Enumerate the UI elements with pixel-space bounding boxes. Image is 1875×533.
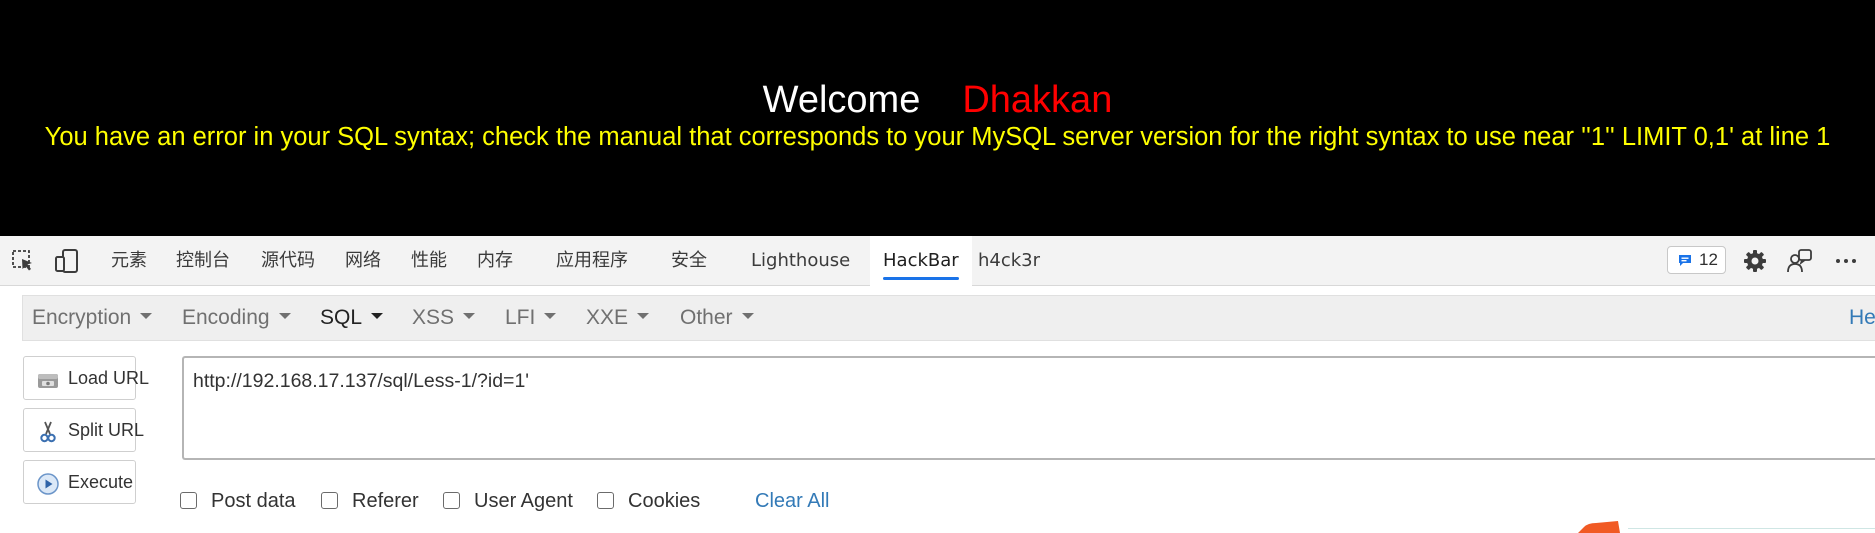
menu-encoding-label: Encoding — [182, 306, 270, 329]
menu-other-label: Other — [680, 306, 733, 329]
chevron-down-icon — [637, 313, 650, 320]
more-options-icon[interactable] — [1833, 248, 1859, 274]
tab-application[interactable]: 应用程序 — [556, 236, 628, 286]
menu-encoding[interactable]: Encoding — [182, 296, 291, 340]
split-url-button[interactable]: Split URL — [23, 408, 144, 452]
post-data-label: Post data — [211, 490, 296, 512]
cookies-label: Cookies — [628, 490, 701, 512]
tab-performance[interactable]: 性能 — [411, 236, 447, 286]
url-input[interactable]: http://192.168.17.137/sql/Less-1/?id=1' — [182, 356, 1875, 460]
tab-lighthouse[interactable]: Lighthouse — [751, 236, 850, 286]
referer-label: Referer — [352, 490, 419, 512]
tab-h4ck3r[interactable]: h4ck3r — [978, 236, 1040, 286]
tab-network[interactable]: 网络 — [345, 236, 381, 286]
hackbar-menu-bar: Encryption Encoding SQL XSS LFI XXE Othe… — [22, 295, 1875, 341]
page-content: Welcome Dhakkan You have an error in your… — [0, 0, 1875, 236]
load-url-label: Load URL — [68, 368, 150, 388]
menu-encryption[interactable]: Encryption — [32, 296, 153, 340]
menu-xss-label: XSS — [412, 306, 455, 329]
menu-sql[interactable]: SQL — [320, 296, 384, 340]
chevron-down-icon — [544, 313, 557, 320]
menu-encryption-label: Encryption — [32, 306, 132, 329]
devtools-tab-bar: 元素 控制台 源代码 网络 性能 内存 应用程序 安全 Lighthouse H… — [0, 236, 1875, 286]
inspect-element-icon[interactable] — [10, 248, 36, 274]
menu-lfi-label: LFI — [505, 306, 536, 329]
user-agent-label: User Agent — [474, 490, 573, 512]
chevron-down-icon — [140, 313, 153, 320]
menu-lfi[interactable]: LFI — [505, 296, 557, 340]
welcome-username: Dhakkan — [962, 79, 1113, 121]
chevron-down-icon — [278, 313, 291, 320]
checkbox-box — [443, 492, 460, 509]
tab-memory[interactable]: 内存 — [477, 236, 513, 286]
chevron-down-icon — [463, 313, 476, 320]
execute-button[interactable]: Execute — [23, 460, 136, 504]
welcome-text: Welcome — [762, 79, 921, 121]
split-url-label: Split URL — [68, 420, 145, 440]
load-url-icon — [38, 374, 58, 388]
play-icon — [37, 473, 59, 495]
chevron-down-icon — [371, 313, 384, 320]
execute-label: Execute — [68, 472, 134, 492]
scissors-icon — [40, 421, 56, 443]
issues-button[interactable]: 12 — [1667, 246, 1726, 274]
chevron-down-icon — [741, 313, 754, 320]
menu-sql-label: SQL — [320, 306, 363, 329]
decorative-corner-shape — [1578, 521, 1620, 533]
checkbox-box — [321, 492, 338, 509]
tab-console[interactable]: 控制台 — [176, 236, 230, 286]
tab-sources[interactable]: 源代码 — [261, 236, 315, 286]
settings-gear-icon[interactable] — [1742, 248, 1768, 274]
issues-icon — [1679, 255, 1691, 266]
tab-elements[interactable]: 元素 — [111, 236, 147, 286]
menu-xxe-label: XXE — [586, 306, 629, 329]
load-url-button[interactable]: Load URL — [23, 356, 149, 400]
checkbox-box — [597, 492, 614, 509]
help-link[interactable]: He — [1849, 296, 1875, 340]
checkbox-box — [180, 492, 197, 509]
menu-xss[interactable]: XSS — [412, 296, 476, 340]
feedback-icon[interactable] — [1787, 248, 1813, 274]
welcome-line: Welcome Dhakkan — [0, 76, 1875, 124]
sql-error-message: You have an error in your SQL syntax; ch… — [44, 123, 1831, 151]
tab-hackbar[interactable]: HackBar — [870, 236, 972, 286]
tab-security[interactable]: 安全 — [671, 236, 707, 286]
clear-all-link[interactable]: Clear All — [755, 487, 829, 515]
issues-count: 12 — [1699, 250, 1718, 269]
device-toolbar-icon[interactable] — [54, 248, 80, 274]
menu-other[interactable]: Other — [680, 296, 754, 340]
decorative-divider — [1628, 528, 1875, 529]
menu-xxe[interactable]: XXE — [586, 296, 650, 340]
